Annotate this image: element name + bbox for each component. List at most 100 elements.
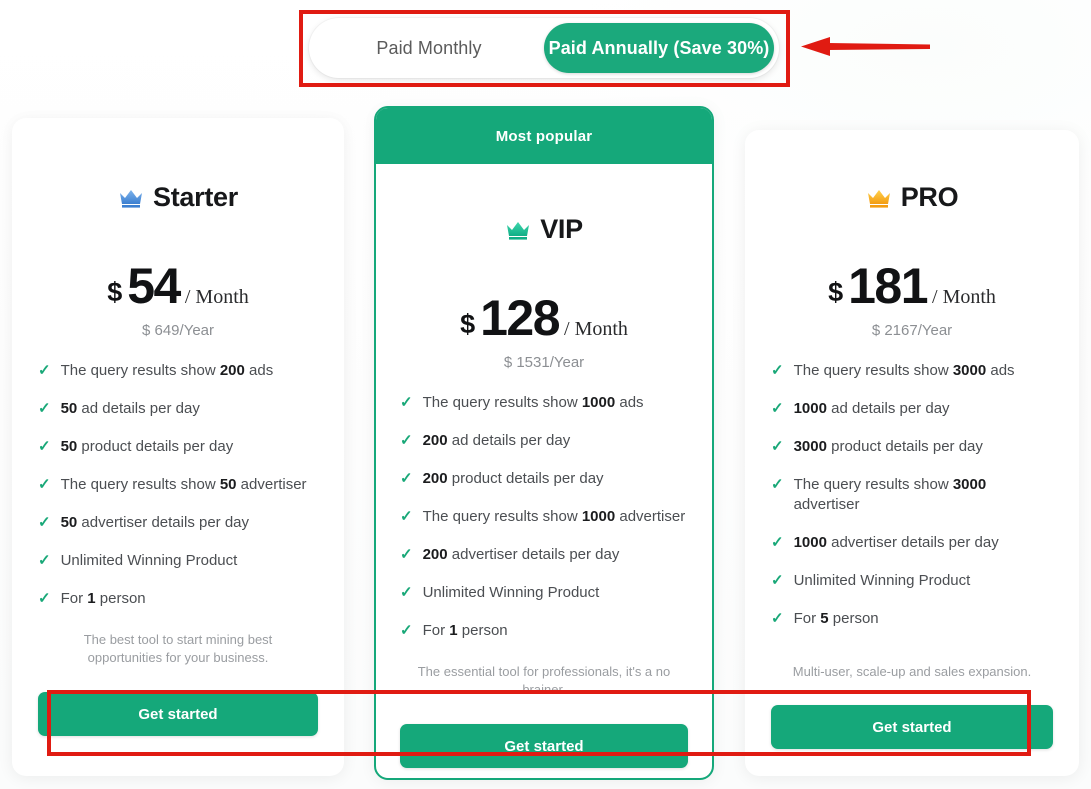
check-icon: ✓: [38, 399, 51, 417]
feature-text: 200 product details per day: [422, 469, 604, 487]
pricing-card-vip[interactable]: Most popular VIP $ 128 / Month $ 1531/Ye…: [374, 106, 714, 780]
get-started-button-vip[interactable]: Get started: [400, 724, 688, 769]
plan-title-pro: PRO: [771, 182, 1053, 213]
feature-item: ✓ 200 advertiser details per day: [400, 545, 688, 565]
check-icon: ✓: [38, 551, 51, 569]
get-started-button-pro[interactable]: Get started: [771, 705, 1053, 750]
feature-value: 1000: [581, 507, 616, 525]
feature-item: ✓ 50 advertiser details per day: [38, 513, 318, 533]
cta-wrap-starter: Get started: [38, 692, 318, 737]
feature-text: 50 ad details per day: [60, 399, 200, 417]
plan-title-starter: Starter: [38, 182, 318, 213]
feature-item: ✓ Unlimited Winning Product: [38, 551, 318, 571]
price-period-vip: / Month: [564, 318, 628, 340]
check-icon: ✓: [38, 513, 51, 531]
check-icon: ✓: [38, 362, 51, 379]
feature-value: 3000: [952, 475, 987, 493]
feature-list-vip: ✓ The query results show 1000 ads ✓ 200 ad …: [400, 393, 688, 641]
feature-text: 1000 ad details per day: [793, 399, 950, 417]
currency-symbol-pro: $: [828, 277, 844, 307]
feature-item: ✓ 50 product details per day: [38, 437, 318, 457]
check-icon: ✓: [400, 394, 413, 411]
feature-value: 1000: [793, 399, 827, 417]
plan-name-starter: Starter: [153, 182, 238, 212]
yearly-price-starter: $ 649/Year: [141, 322, 214, 339]
check-icon: ✓: [400, 469, 413, 487]
card-body-pro: PRO $ 181 / Month $ 2167/Year ✓ The query…: [745, 182, 1079, 750]
crown-icon-blue: [120, 189, 143, 208]
feature-item: ✓ For 5 person: [771, 609, 1053, 629]
feature-item: ✓ The query results show 1000 advertiser: [400, 507, 688, 527]
check-icon: ✓: [38, 437, 51, 455]
feature-text: The query results show 1000 advertiser: [422, 507, 686, 525]
feature-value: 200: [219, 362, 245, 379]
feature-text: The query results show 3000 advertiser: [793, 475, 987, 513]
feature-item: ✓ 1000 ad details per day: [771, 399, 1053, 419]
tagline-starter: The best tool to start mining best oppor…: [83, 631, 273, 666]
feature-text: 3000 product details per day: [793, 437, 983, 455]
feature-item: ✓ 50 ad details per day: [38, 399, 318, 419]
get-started-button-starter[interactable]: Get started: [38, 692, 318, 737]
feature-item: ✓ Unlimited Winning Product: [400, 583, 688, 603]
pricing-card-starter[interactable]: Starter $ 54 / Month $ 649/Year ✓ The que…: [12, 118, 344, 776]
feature-value: 50: [219, 475, 237, 493]
feature-text: 200 ad details per day: [422, 431, 571, 449]
feature-value: 50: [60, 437, 78, 455]
card-body-vip: VIP $ 128 / Month $ 1531/Year ✓ The query…: [376, 214, 712, 769]
feature-text: For 1 person: [422, 621, 508, 639]
feature-item: ✓ The query results show 50 advertiser: [38, 475, 318, 495]
price-row-vip: $ 128 / Month: [400, 293, 688, 343]
price-period-pro: / Month: [932, 286, 996, 308]
price-amount-pro: 181: [848, 258, 928, 314]
tagline-pro: Multi-user, scale-up and sales expansion…: [792, 663, 1032, 679]
feature-item: ✓ The query results show 3000 advertiser: [771, 475, 1053, 515]
feature-text: The query results show 1000 ads: [422, 394, 644, 411]
check-icon: ✓: [400, 545, 413, 563]
price-period-starter: / Month: [184, 286, 249, 308]
feature-item: ✓ The query results show 3000 ads: [771, 361, 1053, 381]
feature-value: 200: [422, 431, 448, 449]
feature-text: 50 product details per day: [60, 437, 234, 455]
feature-value: 50: [60, 399, 78, 417]
check-icon: ✓: [400, 583, 413, 601]
feature-value: 1: [87, 589, 96, 607]
tagline-vip: The essential tool for professionals, it…: [417, 663, 671, 698]
cta-wrap-vip: Get started: [400, 724, 688, 769]
card-body-starter: Starter $ 54 / Month $ 649/Year ✓ The que…: [12, 182, 344, 737]
feature-item: ✓ The query results show 200 ads: [38, 361, 318, 381]
feature-value: 1000: [793, 533, 827, 551]
check-icon: ✓: [400, 507, 413, 525]
check-icon: ✓: [771, 609, 784, 627]
price-amount-starter: 54: [127, 258, 181, 314]
feature-text: Unlimited Winning Product: [422, 583, 600, 601]
plan-name-pro: PRO: [900, 182, 959, 212]
pricing-card-pro[interactable]: PRO $ 181 / Month $ 2167/Year ✓ The query…: [745, 130, 1079, 776]
yearly-price-pro: $ 2167/Year: [871, 322, 953, 339]
feature-value: 3000: [952, 362, 987, 379]
check-icon: ✓: [771, 475, 784, 493]
feature-value: 1: [449, 621, 458, 639]
feature-value: 200: [422, 469, 448, 487]
check-icon: ✓: [771, 437, 784, 455]
cta-wrap-pro: Get started: [771, 705, 1053, 750]
plan-title-vip: VIP: [400, 214, 688, 245]
pricing-cards-container: Starter $ 54 / Month $ 649/Year ✓ The que…: [0, 0, 1091, 789]
yearly-price-vip: $ 1531/Year: [503, 354, 585, 371]
price-row-pro: $ 181 / Month: [771, 261, 1053, 311]
feature-value: 3000: [793, 437, 827, 455]
check-icon: ✓: [38, 589, 51, 607]
crown-icon-teal: [507, 221, 530, 240]
feature-value: 1000: [581, 394, 616, 411]
check-icon: ✓: [771, 571, 784, 589]
feature-item: ✓ The query results show 1000 ads: [400, 393, 688, 413]
feature-item: ✓ 1000 advertiser details per day: [771, 533, 1053, 553]
feature-text: For 5 person: [793, 609, 879, 627]
feature-item: ✓ 200 product details per day: [400, 469, 688, 489]
feature-list-starter: ✓ The query results show 200 ads ✓ 50 ad de…: [38, 361, 318, 609]
check-icon: ✓: [771, 362, 784, 379]
feature-text: Unlimited Winning Product: [60, 551, 238, 569]
plan-name-vip: VIP: [540, 214, 583, 244]
feature-item: ✓ 3000 product details per day: [771, 437, 1053, 457]
check-icon: ✓: [771, 399, 784, 417]
currency-symbol-vip: $: [460, 309, 476, 339]
